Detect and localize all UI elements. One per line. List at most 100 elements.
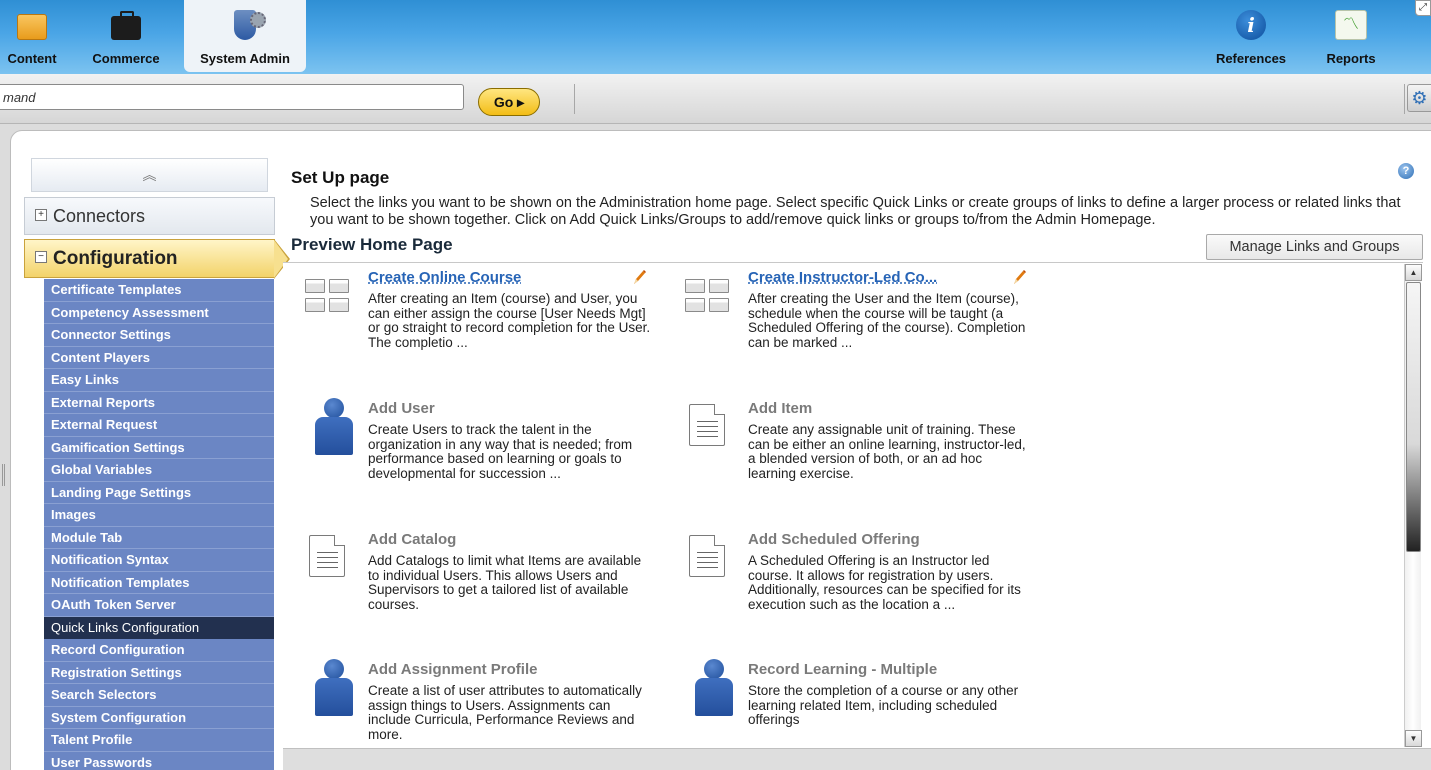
person-icon: [305, 398, 357, 458]
quick-link-card[interactable]: Create Instructor-Led Co... After creatin…: [685, 269, 1045, 379]
quick-link-card[interactable]: Add Assignment Profile Create a list of u…: [305, 659, 665, 747]
card-title[interactable]: Create Online Course: [368, 269, 521, 286]
page-title: Set Up page: [291, 168, 390, 187]
sidebar-config-item[interactable]: Certificate Templates: [44, 279, 274, 302]
section-label: Configuration: [53, 248, 178, 269]
go-button[interactable]: Go ▸: [478, 88, 540, 116]
nav-tab-label: References: [1215, 51, 1287, 66]
folder-icon: [17, 14, 47, 40]
nav-tab-reports[interactable]: 〽 Reports: [1318, 0, 1384, 72]
card-title: Add Catalog: [368, 531, 457, 548]
card-description: Add Catalogs to limit what Items are ava…: [368, 553, 642, 612]
nav-tab-references[interactable]: i References: [1206, 0, 1296, 72]
page-description: Select the links you want to be shown on…: [310, 195, 1401, 228]
document-icon: [305, 531, 357, 589]
document-icon: [685, 400, 737, 458]
pencil-icon[interactable]: [630, 269, 648, 287]
quick-link-card[interactable]: Record Learning - Multiple Store the comp…: [685, 659, 1045, 747]
sidebar-config-item[interactable]: System Configuration: [44, 707, 274, 729]
nav-tab-label: System Admin: [200, 51, 290, 66]
manage-links-button[interactable]: Manage Links and Groups: [1206, 234, 1423, 260]
top-navigation-bar: Content Commerce System Admin i Referenc…: [0, 0, 1431, 74]
scroll-down-button[interactable]: ▼: [1405, 730, 1422, 747]
briefcase-icon: [111, 11, 141, 40]
section-label: Connectors: [53, 206, 146, 226]
scroll-up-button[interactable]: ▲: [1405, 264, 1422, 281]
nav-tab-label: Commerce: [92, 51, 160, 66]
card-description: After creating an Item (course) and User…: [368, 291, 651, 350]
person-icon: [685, 659, 737, 719]
separator: [1404, 84, 1405, 114]
help-icon[interactable]: ?: [1398, 163, 1414, 179]
card-title[interactable]: Create Instructor-Led Co...: [748, 269, 937, 286]
card-description: A Scheduled Offering is an Instructor le…: [748, 553, 1021, 612]
nav-tab-label: Content: [7, 51, 57, 66]
collapse-panel-button[interactable]: ︽: [31, 158, 268, 192]
sidebar-config-item[interactable]: OAuth Token Server: [44, 594, 274, 617]
sidebar-config-item[interactable]: External Request: [44, 414, 274, 437]
nav-tab-content[interactable]: Content: [0, 0, 68, 72]
quick-link-card[interactable]: Create Online Course After creating an It…: [305, 269, 665, 379]
preview-home-page: Create Online Course After creating an It…: [283, 262, 1423, 747]
separator: [574, 84, 575, 114]
card-title: Add User: [368, 400, 435, 417]
sidebar-config-item[interactable]: User Passwords: [44, 752, 274, 770]
card-title: Add Item: [748, 400, 813, 417]
sidebar-section-configuration[interactable]: − Configuration: [24, 239, 275, 278]
sidebar-config-item[interactable]: Record Configuration: [44, 639, 274, 662]
nav-tab-system-admin[interactable]: System Admin: [184, 0, 306, 72]
chevron-up-icon: ︽: [142, 167, 157, 183]
corner-expand-button[interactable]: ⤢: [1415, 0, 1431, 16]
card-title: Add Assignment Profile: [368, 661, 538, 678]
command-bar: Go ▸ ⚙: [0, 74, 1431, 124]
sidebar-config-item[interactable]: Notification Syntax: [44, 549, 274, 572]
sidebar-section-connectors[interactable]: + Connectors: [24, 197, 275, 235]
sidebar-config-item[interactable]: Content Players: [44, 347, 274, 369]
sidebar-config-item[interactable]: Notification Templates: [44, 572, 274, 594]
sidebar-config-item[interactable]: Connector Settings: [44, 324, 274, 347]
sidebar-config-item[interactable]: Quick Links Configuration: [44, 616, 274, 639]
pencil-icon[interactable]: [1010, 269, 1028, 287]
sidebar-config-item[interactable]: Images: [44, 504, 274, 527]
panel-resize-grip[interactable]: [2, 464, 5, 486]
quick-link-card[interactable]: Add User Create Users to track the talent…: [305, 398, 665, 510]
person-icon: [305, 659, 357, 719]
sidebar-config-item[interactable]: External Reports: [44, 392, 274, 414]
section-title: Preview Home Page: [291, 235, 453, 254]
command-input[interactable]: [0, 84, 464, 110]
configuration-list: Certificate Templates Competency Assessme…: [44, 279, 274, 770]
card-description: Create Users to track the talent in the …: [368, 422, 633, 481]
preview-scrollbar[interactable]: ▲ ▼: [1404, 264, 1422, 747]
quick-link-card[interactable]: Add Catalog Add Catalogs to limit what It…: [305, 531, 665, 641]
grid-icon: [685, 269, 737, 327]
card-description: Create a list of user attributes to auto…: [368, 683, 642, 742]
sidebar-config-item[interactable]: Global Variables: [44, 459, 274, 482]
sidebar-config-item[interactable]: Easy Links: [44, 369, 274, 392]
sidebar-config-item[interactable]: Landing Page Settings: [44, 482, 274, 504]
collapse-icon: −: [35, 250, 47, 263]
quick-link-card[interactable]: Add Item Create any assignable unit of tr…: [685, 400, 1045, 510]
expand-icon: +: [35, 209, 47, 222]
info-icon: i: [1236, 10, 1266, 40]
settings-button[interactable]: ⚙: [1407, 84, 1431, 112]
card-title: Add Scheduled Offering: [748, 531, 920, 548]
document-icon: [685, 531, 737, 589]
quick-link-card[interactable]: Add Scheduled Offering A Scheduled Offeri…: [685, 531, 1045, 641]
gear-icon: ⚙: [1411, 88, 1428, 108]
chart-icon: 〽: [1335, 10, 1367, 40]
card-description: Create any assignable unit of training. …: [748, 422, 1026, 481]
preview-footer: [283, 748, 1431, 770]
card-description: After creating the User and the Item (co…: [748, 291, 1026, 350]
nav-tab-label: Reports: [1326, 51, 1376, 66]
nav-tab-commerce[interactable]: Commerce: [80, 0, 172, 72]
scroll-thumb[interactable]: [1406, 282, 1421, 552]
sidebar-config-item[interactable]: Search Selectors: [44, 684, 274, 707]
card-title: Record Learning - Multiple: [748, 661, 938, 678]
sidebar-config-item[interactable]: Registration Settings: [44, 662, 274, 684]
sidebar-config-item[interactable]: Gamification Settings: [44, 437, 274, 459]
sidebar-config-item[interactable]: Talent Profile: [44, 729, 274, 752]
sidebar-config-item[interactable]: Competency Assessment: [44, 302, 274, 324]
card-description: Store the completion of a course or any …: [748, 683, 1019, 727]
sidebar-config-item[interactable]: Module Tab: [44, 527, 274, 549]
grid-icon: [305, 269, 357, 327]
